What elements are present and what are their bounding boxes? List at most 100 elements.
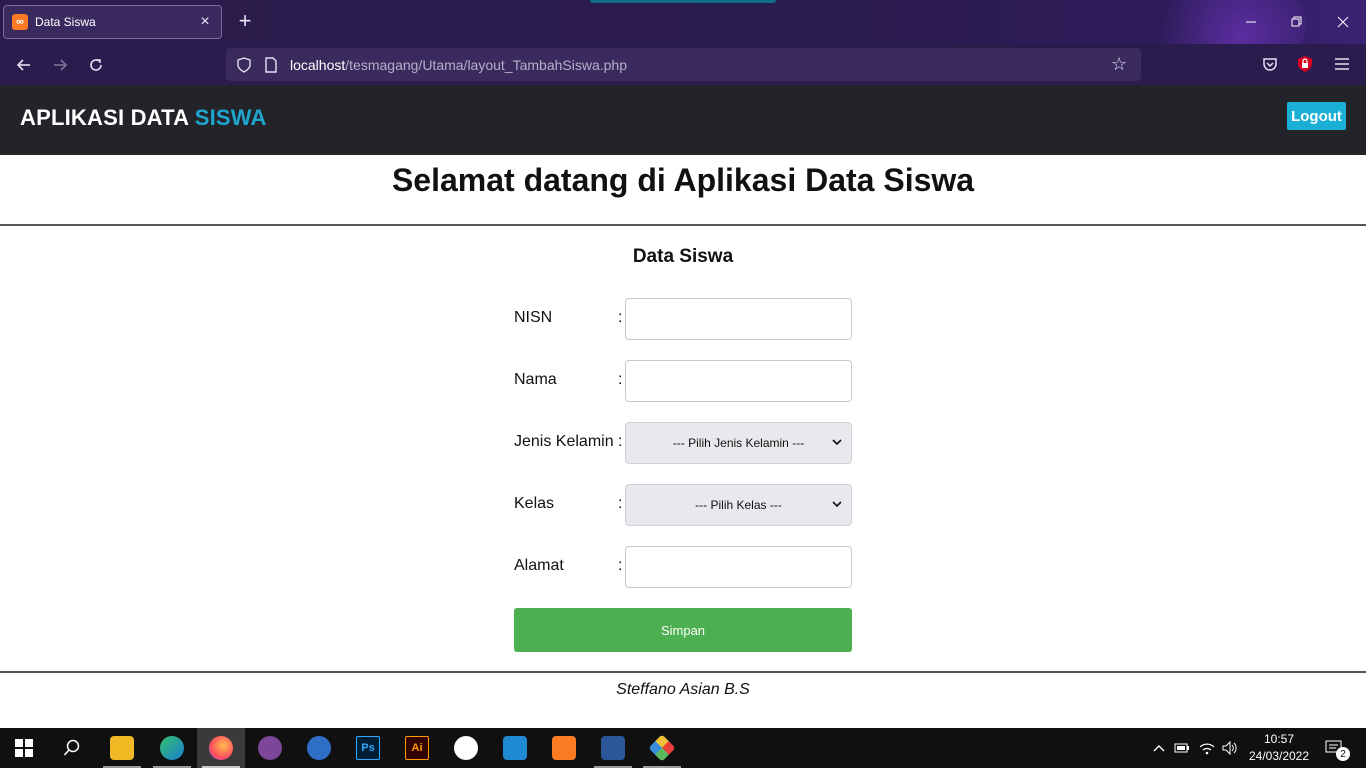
nisn-input[interactable] [625,298,852,340]
colon: : [618,371,623,388]
browser-tab-bar: ∞ Data Siswa × + [0,0,1366,80]
app-header: APLIKASI DATA SISWA Logout [0,85,1366,155]
close-window-button[interactable] [1320,0,1366,44]
word-icon [601,736,625,760]
pocket-glyph [1263,58,1277,71]
search-button[interactable] [48,728,96,768]
new-tab-button[interactable]: + [234,10,256,32]
app-title-main: APLIKASI DATA [20,105,195,130]
file-explorer-icon [110,736,134,760]
reload-button[interactable] [83,52,109,78]
bookmark-star-icon[interactable]: ☆ [1111,55,1129,73]
lock-glyph [1298,56,1312,72]
forward-button[interactable] [47,52,73,78]
taskbar-vscode[interactable] [491,728,539,768]
extension-lock-icon[interactable] [1295,54,1315,74]
taskbar-browser[interactable] [295,728,343,768]
simpan-button[interactable]: Simpan [514,608,852,652]
close-tab-icon[interactable]: × [197,13,213,31]
address-bar[interactable]: localhost /tesmagang/Utama/layout_Tambah… [226,48,1141,81]
taskbar-xampp[interactable] [540,728,588,768]
close-icon [1337,16,1349,28]
footer-credit: Steffano Asian B.S [616,681,750,698]
logout-button[interactable]: Logout [1287,102,1346,130]
arrow-right-icon [54,59,68,71]
taskbar-photoshop[interactable]: Ps [344,728,392,768]
colon: : [618,309,623,326]
chevron-down-icon [832,439,842,446]
restore-button[interactable] [1274,0,1320,44]
jenis-kelamin-selected: --- Pilih Jenis Kelamin --- [672,436,805,450]
kelas-select[interactable]: --- Pilih Kelas --- [625,484,852,526]
start-button[interactable] [0,728,48,768]
browser-icon [307,736,331,760]
reload-icon [90,59,102,71]
taskbar-file-explorer[interactable] [98,728,146,768]
restore-icon [1291,16,1302,27]
battery-icon[interactable] [1172,728,1192,768]
background-decoration [590,0,776,3]
colon: : [618,433,623,450]
pocket-icon[interactable] [1260,54,1280,74]
taskbar-app[interactable] [442,728,490,768]
kelas-row: Kelas : --- Pilih Kelas --- [514,484,852,526]
search-icon [63,739,80,756]
nisn-label: NISN [514,309,553,326]
divider [0,671,1366,673]
hamburger-menu-icon [1335,58,1349,70]
illustrator-icon: Ai [405,736,429,760]
minimize-icon [1246,21,1256,23]
url-host: localhost [290,56,346,73]
jenis-kelamin-row: Jenis Kelamin : --- Pilih Jenis Kelamin … [514,422,852,464]
divider [0,224,1366,226]
notification-count-badge: 2 [1336,747,1350,761]
menu-button[interactable] [1332,54,1352,74]
firefox-icon [209,736,233,760]
back-button[interactable] [11,52,37,78]
volume-icon[interactable] [1220,728,1240,768]
notification-center-button[interactable]: 2 [1322,728,1350,768]
colon: : [618,557,623,574]
app-icon [454,736,478,760]
app-title-accent: SISWA [194,105,267,130]
vscode-icon [503,736,527,760]
taskbar-tor[interactable] [246,728,294,768]
clock-time: 10:57 [1263,732,1295,746]
colon: : [618,495,623,512]
taskbar-git[interactable] [638,728,686,768]
shield-icon[interactable] [236,56,252,73]
edge-icon [160,736,184,760]
tab-title: Data Siswa [35,15,96,29]
welcome-heading: Selamat datang di Aplikasi Data Siswa [391,162,975,198]
app-title: APLIKASI DATA SISWA [20,105,267,131]
windows-start-icon [15,739,33,757]
wifi-icon[interactable] [1197,728,1217,768]
photoshop-icon: Ps [356,736,380,760]
browser-nav-bar: localhost /tesmagang/Utama/layout_Tambah… [0,44,1366,85]
windows-taskbar: Ps Ai 10:57 24/03/2022 2 [0,728,1366,768]
nisn-row: NISN : [514,298,852,340]
url-path: /tesmagang/Utama/layout_TambahSiswa.php [345,56,627,73]
arrow-left-icon [16,59,30,71]
taskbar-illustrator[interactable]: Ai [393,728,441,768]
tray-chevron-up-icon[interactable] [1150,728,1168,768]
page-icon [265,56,277,73]
taskbar-word[interactable] [589,728,637,768]
jenis-kelamin-select[interactable]: --- Pilih Jenis Kelamin --- [625,422,852,464]
xampp-icon [552,736,576,760]
clock[interactable]: 10:57 24/03/2022 [1244,731,1314,765]
chevron-down-icon [832,501,842,508]
alamat-input[interactable] [625,546,852,588]
nama-label: Nama [514,371,557,388]
minimize-button[interactable] [1228,0,1274,44]
jenis-kelamin-label: Jenis Kelamin [514,433,614,450]
alamat-label: Alamat [514,557,564,574]
nama-input[interactable] [625,360,852,402]
alamat-row: Alamat : [514,546,852,588]
taskbar-edge[interactable] [148,728,196,768]
xampp-icon: ∞ [12,14,28,30]
clock-date: 24/03/2022 [1248,749,1310,763]
browser-tab-active[interactable]: ∞ Data Siswa × [3,5,222,39]
nama-row: Nama : [514,360,852,402]
taskbar-firefox[interactable] [197,728,245,768]
